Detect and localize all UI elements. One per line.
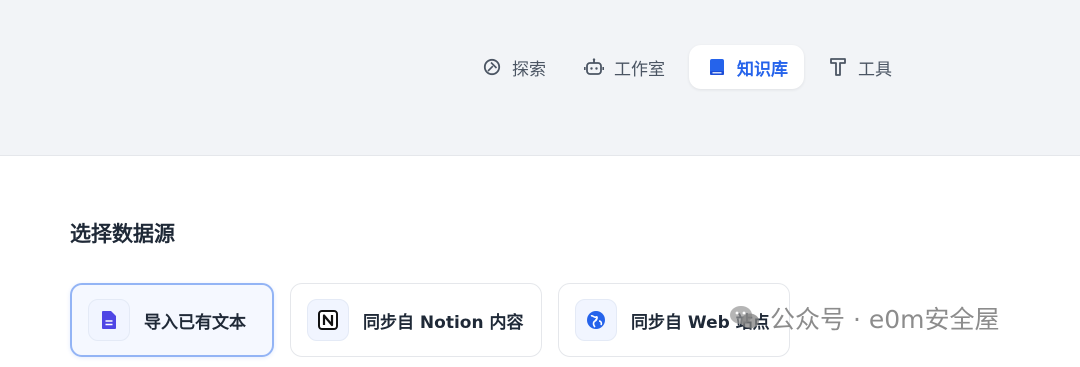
nav-item-studio[interactable]: 工作室 [570, 45, 679, 89]
nav-label: 知识库 [737, 59, 788, 80]
nav-item-knowledge[interactable]: 知识库 [689, 45, 804, 89]
nav-item-tools[interactable]: 工具 [814, 45, 906, 89]
main-nav: 探索 工作室 知识库 工具 [468, 45, 916, 89]
book-icon [707, 57, 727, 77]
watermark: 公众号 · e0m安全屋 [728, 300, 999, 336]
source-card-label: 导入已有文本 [144, 312, 246, 333]
compass-icon [482, 57, 502, 77]
section-title: 选择数据源 [70, 222, 175, 246]
nav-label: 探索 [512, 59, 546, 80]
source-card-notion[interactable]: 同步自 Notion 内容 [290, 283, 542, 357]
source-card-import-text[interactable]: 导入已有文本 [70, 283, 274, 357]
source-card-label: 同步自 Notion 内容 [363, 312, 524, 333]
watermark-text: 公众号 · e0m安全屋 [770, 305, 1000, 334]
notion-icon [307, 299, 349, 341]
nav-item-explore[interactable]: 探索 [468, 45, 560, 89]
hammer-icon [828, 57, 848, 77]
document-icon [88, 299, 130, 341]
globe-icon [575, 299, 617, 341]
data-source-options: 导入已有文本 同步自 Notion 内容 同步自 Web 站点 [70, 283, 806, 357]
nav-label: 工具 [858, 59, 892, 80]
top-header: 探索 工作室 知识库 工具 [0, 0, 1080, 156]
wechat-icon [728, 301, 762, 335]
nav-label: 工作室 [614, 59, 665, 80]
robot-icon [584, 57, 604, 77]
